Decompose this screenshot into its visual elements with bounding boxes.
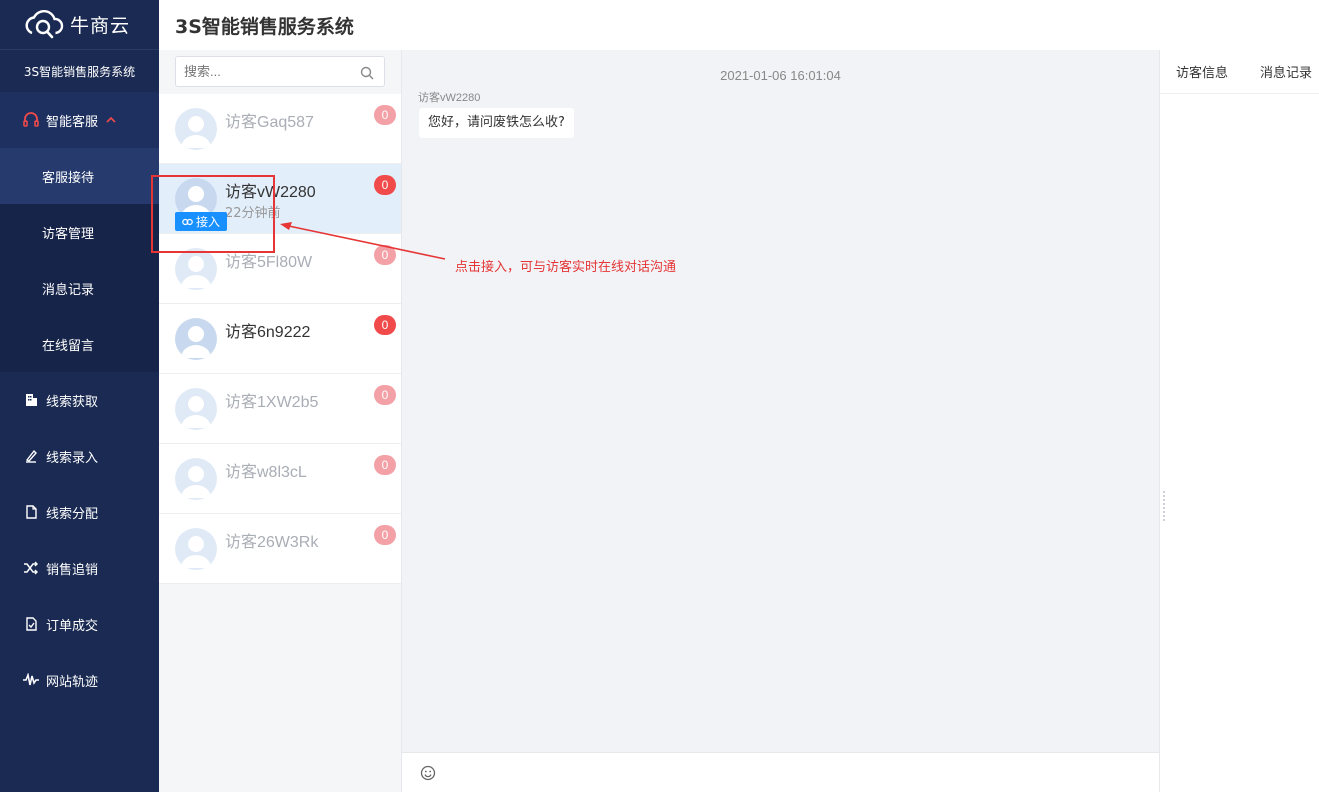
- menu-item-message-log[interactable]: 消息记录: [0, 260, 159, 316]
- menu-label: 网站轨迹: [46, 674, 99, 690]
- menu-item-order-deal[interactable]: 订单成交: [0, 596, 159, 652]
- visitor-name: 访客w8l3cL: [225, 464, 307, 481]
- message-sender: 访客vW2280: [418, 92, 481, 104]
- menu-group-smart-service: 智能客服 客服接待 访客管理 消息记录 在线留言: [0, 92, 159, 372]
- annotation-arrow: [280, 222, 446, 260]
- chat-timestamp: 2021-01-06 16:01:04: [720, 68, 841, 83]
- document-icon: [22, 503, 40, 521]
- visitor-item[interactable]: 访客1XW2b5 0: [159, 374, 401, 444]
- pen-icon: [22, 447, 40, 465]
- chat-input-bar[interactable]: [402, 752, 1159, 792]
- tab-message-log[interactable]: 消息记录: [1260, 62, 1312, 81]
- search-input[interactable]: [176, 57, 356, 86]
- emoji-icon[interactable]: [420, 765, 436, 785]
- search-box: [175, 56, 385, 87]
- avatar: [175, 528, 217, 570]
- menu-label: 线索获取: [46, 394, 99, 410]
- menu-label: 订单成交: [46, 618, 99, 634]
- check-doc-icon: [22, 615, 40, 633]
- menu-item-site-track[interactable]: 网站轨迹: [0, 652, 159, 708]
- shuffle-icon: [22, 559, 40, 577]
- menu-item-reception[interactable]: 客服接待: [0, 148, 159, 204]
- wave-icon: [22, 671, 40, 689]
- visitor-name: 访客1XW2b5: [225, 394, 319, 411]
- sidebar-system-name: 3S智能销售服务系统: [23, 64, 136, 79]
- logo: 牛商云: [0, 0, 159, 50]
- logo-text: 牛商云: [70, 15, 131, 37]
- visitor-name: 访客6n9222: [225, 324, 311, 341]
- visitor-name: 访客Gaq587: [225, 114, 314, 131]
- visitor-item[interactable]: 访客Gaq587 0: [159, 94, 401, 164]
- menu-item-lead-entry[interactable]: 线索录入: [0, 428, 159, 484]
- annotation-highlight-box: [151, 175, 275, 253]
- search-icon[interactable]: [360, 65, 374, 84]
- unread-badge: 0: [374, 315, 396, 335]
- visitor-item[interactable]: 访客w8l3cL 0: [159, 444, 401, 514]
- menu-item-lead-assign[interactable]: 线索分配: [0, 484, 159, 540]
- avatar: [175, 108, 217, 150]
- visitor-item[interactable]: 访客26W3Rk 0: [159, 514, 401, 584]
- avatar: [175, 458, 217, 500]
- visitor-item[interactable]: 访客6n9222 0: [159, 304, 401, 374]
- visitor-list-panel: 访客Gaq587 0 访客vW2280 22分钟前 0 接入 访客5Fl80W …: [159, 50, 402, 792]
- resize-handle[interactable]: [1162, 490, 1166, 522]
- page-title: 3S智能销售服务系统: [175, 15, 354, 38]
- menu-item-smart-service[interactable]: 智能客服: [0, 92, 159, 148]
- info-tabs: 访客信息 消息记录: [1160, 50, 1319, 94]
- headset-icon: [22, 111, 40, 129]
- unread-badge: 0: [374, 385, 396, 405]
- menu-item-sales-follow[interactable]: 销售追销: [0, 540, 159, 596]
- building-icon: [22, 391, 40, 409]
- chevron-up-icon: [106, 114, 116, 127]
- annotation-text: 点击接入，可与访客实时在线对话沟通: [455, 260, 677, 275]
- chat-area: 2021-01-06 16:01:04 访客vW2280 您好，请问废铁怎么收?: [402, 50, 1159, 752]
- unread-badge: 0: [374, 105, 396, 125]
- avatar: [175, 388, 217, 430]
- avatar: [175, 318, 217, 360]
- menu-item-visitor-manage[interactable]: 访客管理: [0, 204, 159, 260]
- menu-label: 智能客服: [46, 114, 99, 130]
- tab-visitor-info[interactable]: 访客信息: [1176, 62, 1228, 81]
- top-header: 3S智能销售服务系统: [159, 0, 1319, 50]
- menu-item-lead-acquire[interactable]: 线索获取: [0, 372, 159, 428]
- avatar: [175, 248, 217, 290]
- unread-badge: 0: [374, 455, 396, 475]
- visitor-info-panel: 访客信息 消息记录: [1159, 50, 1319, 792]
- unread-badge: 0: [374, 525, 396, 545]
- menu-label: 线索录入: [46, 450, 99, 466]
- message-bubble: 您好，请问废铁怎么收?: [419, 108, 574, 138]
- menu-label: 销售追销: [46, 562, 99, 578]
- menu-item-online-message[interactable]: 在线留言: [0, 316, 159, 372]
- unread-badge: 0: [374, 175, 396, 195]
- visitor-name: 访客26W3Rk: [225, 534, 319, 551]
- sidebar: 牛商云 3S智能销售服务系统 智能客服 客服接待 访客管理 消息记录 在线留言 …: [0, 0, 159, 792]
- cloud-logo-icon: [25, 9, 64, 38]
- search-wrap: [159, 50, 401, 94]
- menu-label: 线索分配: [46, 506, 99, 522]
